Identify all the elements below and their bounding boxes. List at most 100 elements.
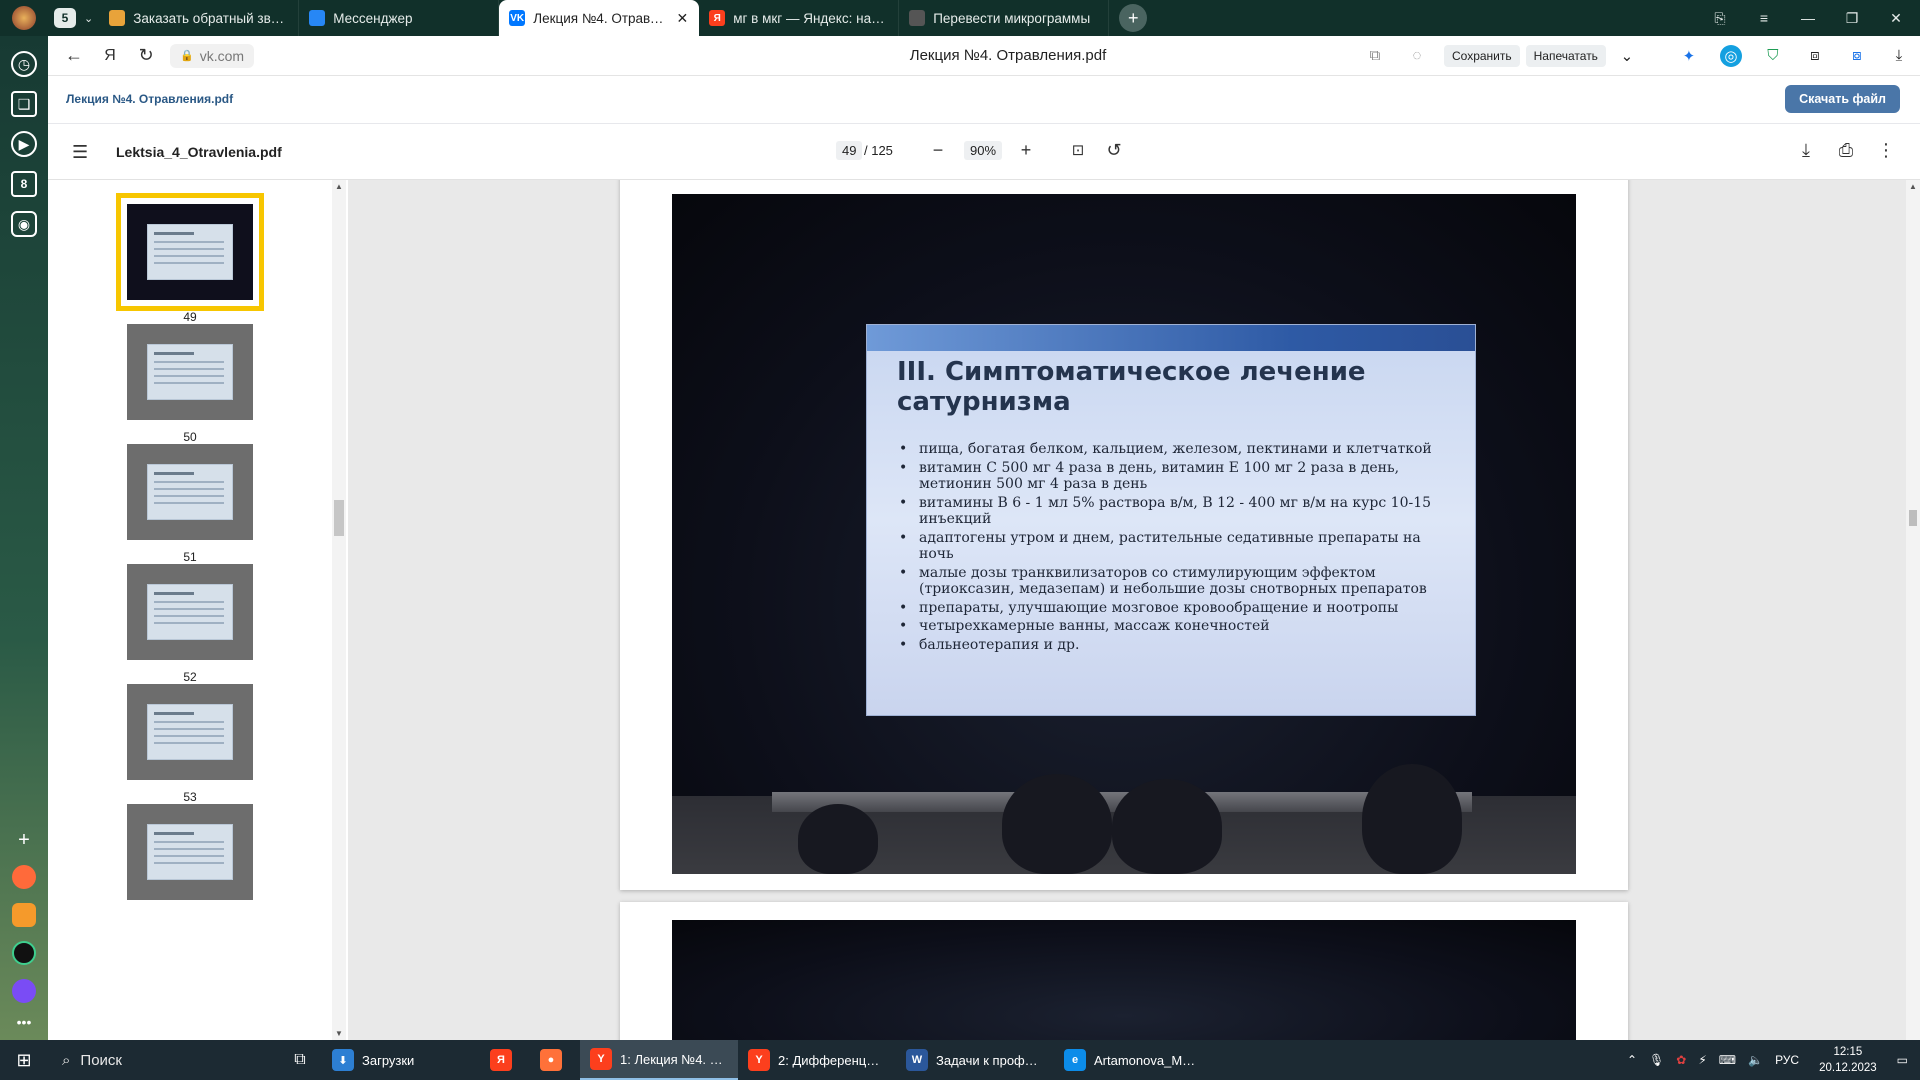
more-icon[interactable]: ••• [17, 1014, 32, 1030]
taskbar-search[interactable]: ⌕ Поиск [48, 1040, 278, 1080]
browser-tab[interactable]: Заказать обратный звонок [99, 0, 300, 36]
rotate-icon[interactable]: ↺ [1102, 138, 1126, 162]
print-icon[interactable]: ⎙ [1834, 138, 1858, 162]
extension-shield-icon[interactable]: ⛉ [1762, 45, 1784, 67]
taskbar-app[interactable]: Y 1: Лекция №4. Отр... [580, 1040, 738, 1080]
scrollbar-thumb[interactable] [1909, 510, 1917, 526]
address-bar: ← Я ↻ 🔒 vk.com Лекция №4. Отравления.pdf… [48, 36, 1920, 76]
scroll-up-arrow-icon[interactable]: ▲ [335, 182, 343, 191]
add-sidebar-app-icon[interactable]: + [18, 829, 30, 852]
scroll-up-arrow-icon[interactable]: ▲ [1909, 182, 1917, 191]
profile-avatar[interactable] [0, 0, 48, 36]
tab-favicon-icon: VK [509, 10, 526, 26]
slide-photo [672, 920, 1576, 1040]
clock[interactable]: 12:15 20.12.2023 [1819, 1044, 1877, 1076]
taskbar-app[interactable]: Я [480, 1040, 530, 1080]
search-icon: ⌕ [62, 1051, 71, 1069]
print-button[interactable]: Напечатать [1525, 44, 1606, 67]
url-field[interactable]: 🔒 vk.com [170, 43, 255, 68]
chevron-down-icon[interactable]: ⌄ [84, 12, 93, 25]
page-thumbnail[interactable] [127, 684, 253, 780]
download-icon[interactable]: ⤓ [1794, 138, 1818, 162]
extension-vpn-icon[interactable]: ◎ [1719, 44, 1742, 67]
zoom-in-icon[interactable]: + [1014, 138, 1038, 162]
viewer-scrollbar[interactable]: ▲ [1906, 180, 1920, 1040]
yandex-home-icon[interactable]: Я [92, 38, 128, 74]
play-icon[interactable]: ▶ [11, 131, 37, 157]
taskbar-app[interactable]: ⬇ Загрузки [322, 1040, 480, 1080]
zoom-level[interactable]: 90% [964, 141, 1003, 160]
browser-sidebar: ◷ ❑ ▶ 8 ◉ + ••• [0, 36, 48, 1040]
close-window-button[interactable]: ✕ [1874, 0, 1918, 36]
taskbar-app[interactable]: ● [530, 1040, 580, 1080]
comment-icon[interactable]: ◌ [1406, 45, 1428, 67]
scroll-down-arrow-icon[interactable]: ▼ [335, 1029, 343, 1038]
reload-icon[interactable]: ↻ [128, 38, 164, 74]
extension-sync-icon[interactable]: ⧇ [1846, 45, 1868, 67]
more-options-icon[interactable]: ⋮ [1874, 138, 1898, 162]
new-tab-button[interactable]: + [1119, 4, 1148, 32]
pdf-toolbar: ☰ Lektsia_4_Otravlenia.pdf 49 / 125 − 90… [48, 124, 1920, 180]
sidebar-app-8-icon[interactable]: 8 [11, 171, 37, 197]
messenger-app-icon[interactable] [12, 941, 36, 965]
history-icon[interactable]: ◷ [11, 51, 37, 77]
projected-slide: III. Симптоматическое лечение сатурнизма… [866, 324, 1476, 716]
tray-chevron-up-icon[interactable]: ⌃ [1627, 1053, 1637, 1067]
bookmarks-icon[interactable]: ⎘ [1698, 0, 1742, 36]
tray-app-icon[interactable]: ✿ [1676, 1053, 1686, 1067]
thumbnail-page-number: 53 [183, 790, 197, 804]
page-thumbnail[interactable] [127, 564, 253, 660]
taskbar-app[interactable]: e Artamonova_Mukh... [1054, 1040, 1212, 1080]
notifications-icon[interactable]: ▭ [1897, 1053, 1908, 1067]
reader-mode-icon[interactable]: ⧉ [1364, 45, 1386, 67]
scrollbar-thumb[interactable] [334, 500, 344, 536]
browser-tab[interactable]: VK Лекция №4. Отравления ✕ [499, 0, 700, 36]
taskbar-app[interactable]: W Задачи к профбол... [896, 1040, 1054, 1080]
camera-icon[interactable]: ◉ [11, 211, 37, 237]
task-view-icon[interactable]: ⧉ [278, 1040, 322, 1080]
page-thumbnail[interactable] [116, 193, 264, 311]
taskbar-app-label: 2: Дифференциал... [778, 1052, 886, 1068]
thumbnail-page-number: 49 [183, 310, 197, 324]
restore-button[interactable]: ❐ [1830, 0, 1874, 36]
extension-pdf-icon[interactable]: ✦ [1678, 45, 1700, 67]
audience-head [1002, 774, 1112, 874]
music-app-icon[interactable] [12, 865, 36, 889]
save-button[interactable]: Сохранить [1444, 44, 1520, 67]
back-arrow-icon[interactable]: ← [56, 38, 92, 74]
page-number-input[interactable]: 49 [836, 141, 863, 160]
browser-tab[interactable]: Мессенджер [299, 0, 500, 36]
windows-start-icon[interactable]: ⊞ [0, 1040, 48, 1080]
chevron-down-icon[interactable]: ⌄ [1616, 45, 1638, 67]
zoom-out-icon[interactable]: − [926, 138, 950, 162]
browser-tab[interactable]: Ямг в мкг — Яндекс: нашлось [699, 0, 900, 36]
minimize-button[interactable]: — [1786, 0, 1830, 36]
hamburger-menu-icon[interactable]: ☰ [72, 142, 88, 163]
tab-group-button[interactable]: 5 ⌄ [48, 0, 99, 36]
url-text: vk.com [199, 47, 245, 64]
download-file-button[interactable]: Скачать файл [1785, 85, 1900, 113]
mail-app-icon[interactable] [12, 903, 36, 927]
menu-icon[interactable]: ≡ [1742, 0, 1786, 36]
pdf-viewer[interactable]: III. Симптоматическое лечение сатурнизма… [348, 180, 1920, 1040]
tab-label: Заказать обратный звонок [133, 10, 289, 26]
thumbnail-scrollbar[interactable]: ▲ ▼ [332, 180, 346, 1040]
language-indicator[interactable]: РУС [1775, 1053, 1799, 1067]
page-thumbnail[interactable] [127, 324, 253, 420]
bluetooth-icon[interactable]: ⚡ [1698, 1053, 1706, 1067]
page-thumbnail[interactable] [127, 804, 253, 900]
taskbar-app-label: Загрузки [362, 1052, 415, 1068]
close-tab-icon[interactable]: ✕ [676, 10, 688, 27]
network-icon[interactable]: ⌨ [1719, 1053, 1736, 1067]
alice-assistant-icon[interactable] [12, 979, 36, 1003]
collections-icon[interactable]: ❑ [11, 91, 37, 117]
volume-icon[interactable]: 🔈 [1748, 1053, 1763, 1067]
fit-page-icon[interactable]: ⊡ [1066, 138, 1090, 162]
page-thumbnail[interactable] [127, 444, 253, 540]
extension-puzzle-icon[interactable]: ⧈ [1804, 45, 1826, 67]
browser-tab[interactable]: Перевести микрограммы [899, 0, 1110, 36]
microphone-icon[interactable]: 🎙 [1649, 1053, 1664, 1067]
taskbar-app[interactable]: Y 2: Дифференциал... [738, 1040, 896, 1080]
thumbnail-slide [147, 584, 233, 640]
download-icon[interactable]: ⤓ [1888, 45, 1910, 67]
